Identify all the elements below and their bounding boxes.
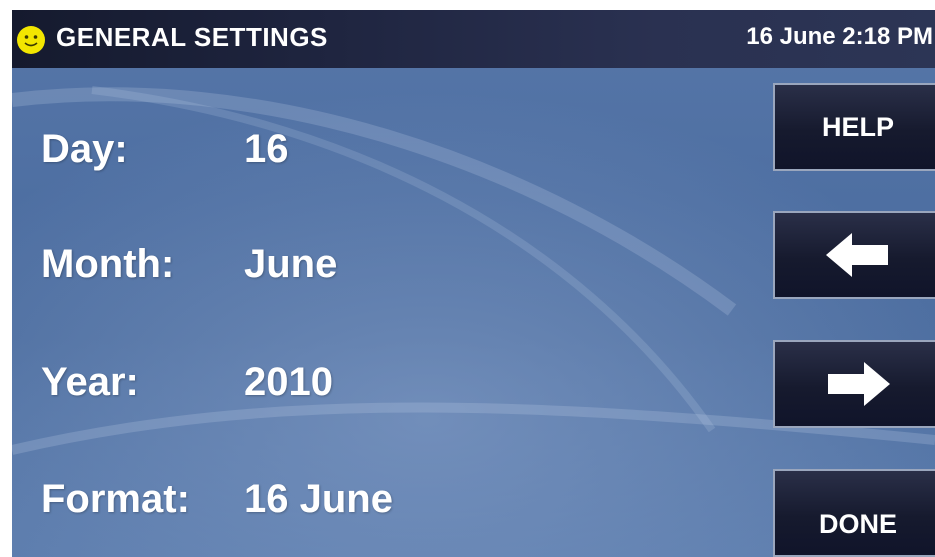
screen-title: GENERAL SETTINGS [56,22,328,52]
settings-screen: GENERAL SETTINGS 16 June 2:18 PM Day: 16… [12,10,935,557]
year-value[interactable]: 2010 [244,360,333,405]
arrow-right-icon [828,362,890,406]
date-time-display: 16 June 2:18 PM [746,23,933,50]
year-label: Year: [41,360,139,404]
format-label: Format: [41,477,190,521]
day-label: Day: [41,127,128,171]
previous-button[interactable] [773,211,935,299]
day-value[interactable]: 16 [244,127,289,172]
smiley-icon [17,26,45,54]
next-button[interactable] [773,340,935,428]
help-button-label: HELP [821,111,894,142]
done-button-label: DONE [818,508,897,539]
month-value[interactable]: June [244,242,337,287]
month-label: Month: [41,242,175,286]
arrow-left-icon [826,233,888,277]
done-button[interactable]: DONE [773,469,935,557]
format-value[interactable]: 16 June [244,477,393,522]
title-bar: GENERAL SETTINGS 16 June 2:18 PM [12,10,935,68]
help-button[interactable]: HELP [773,83,935,171]
